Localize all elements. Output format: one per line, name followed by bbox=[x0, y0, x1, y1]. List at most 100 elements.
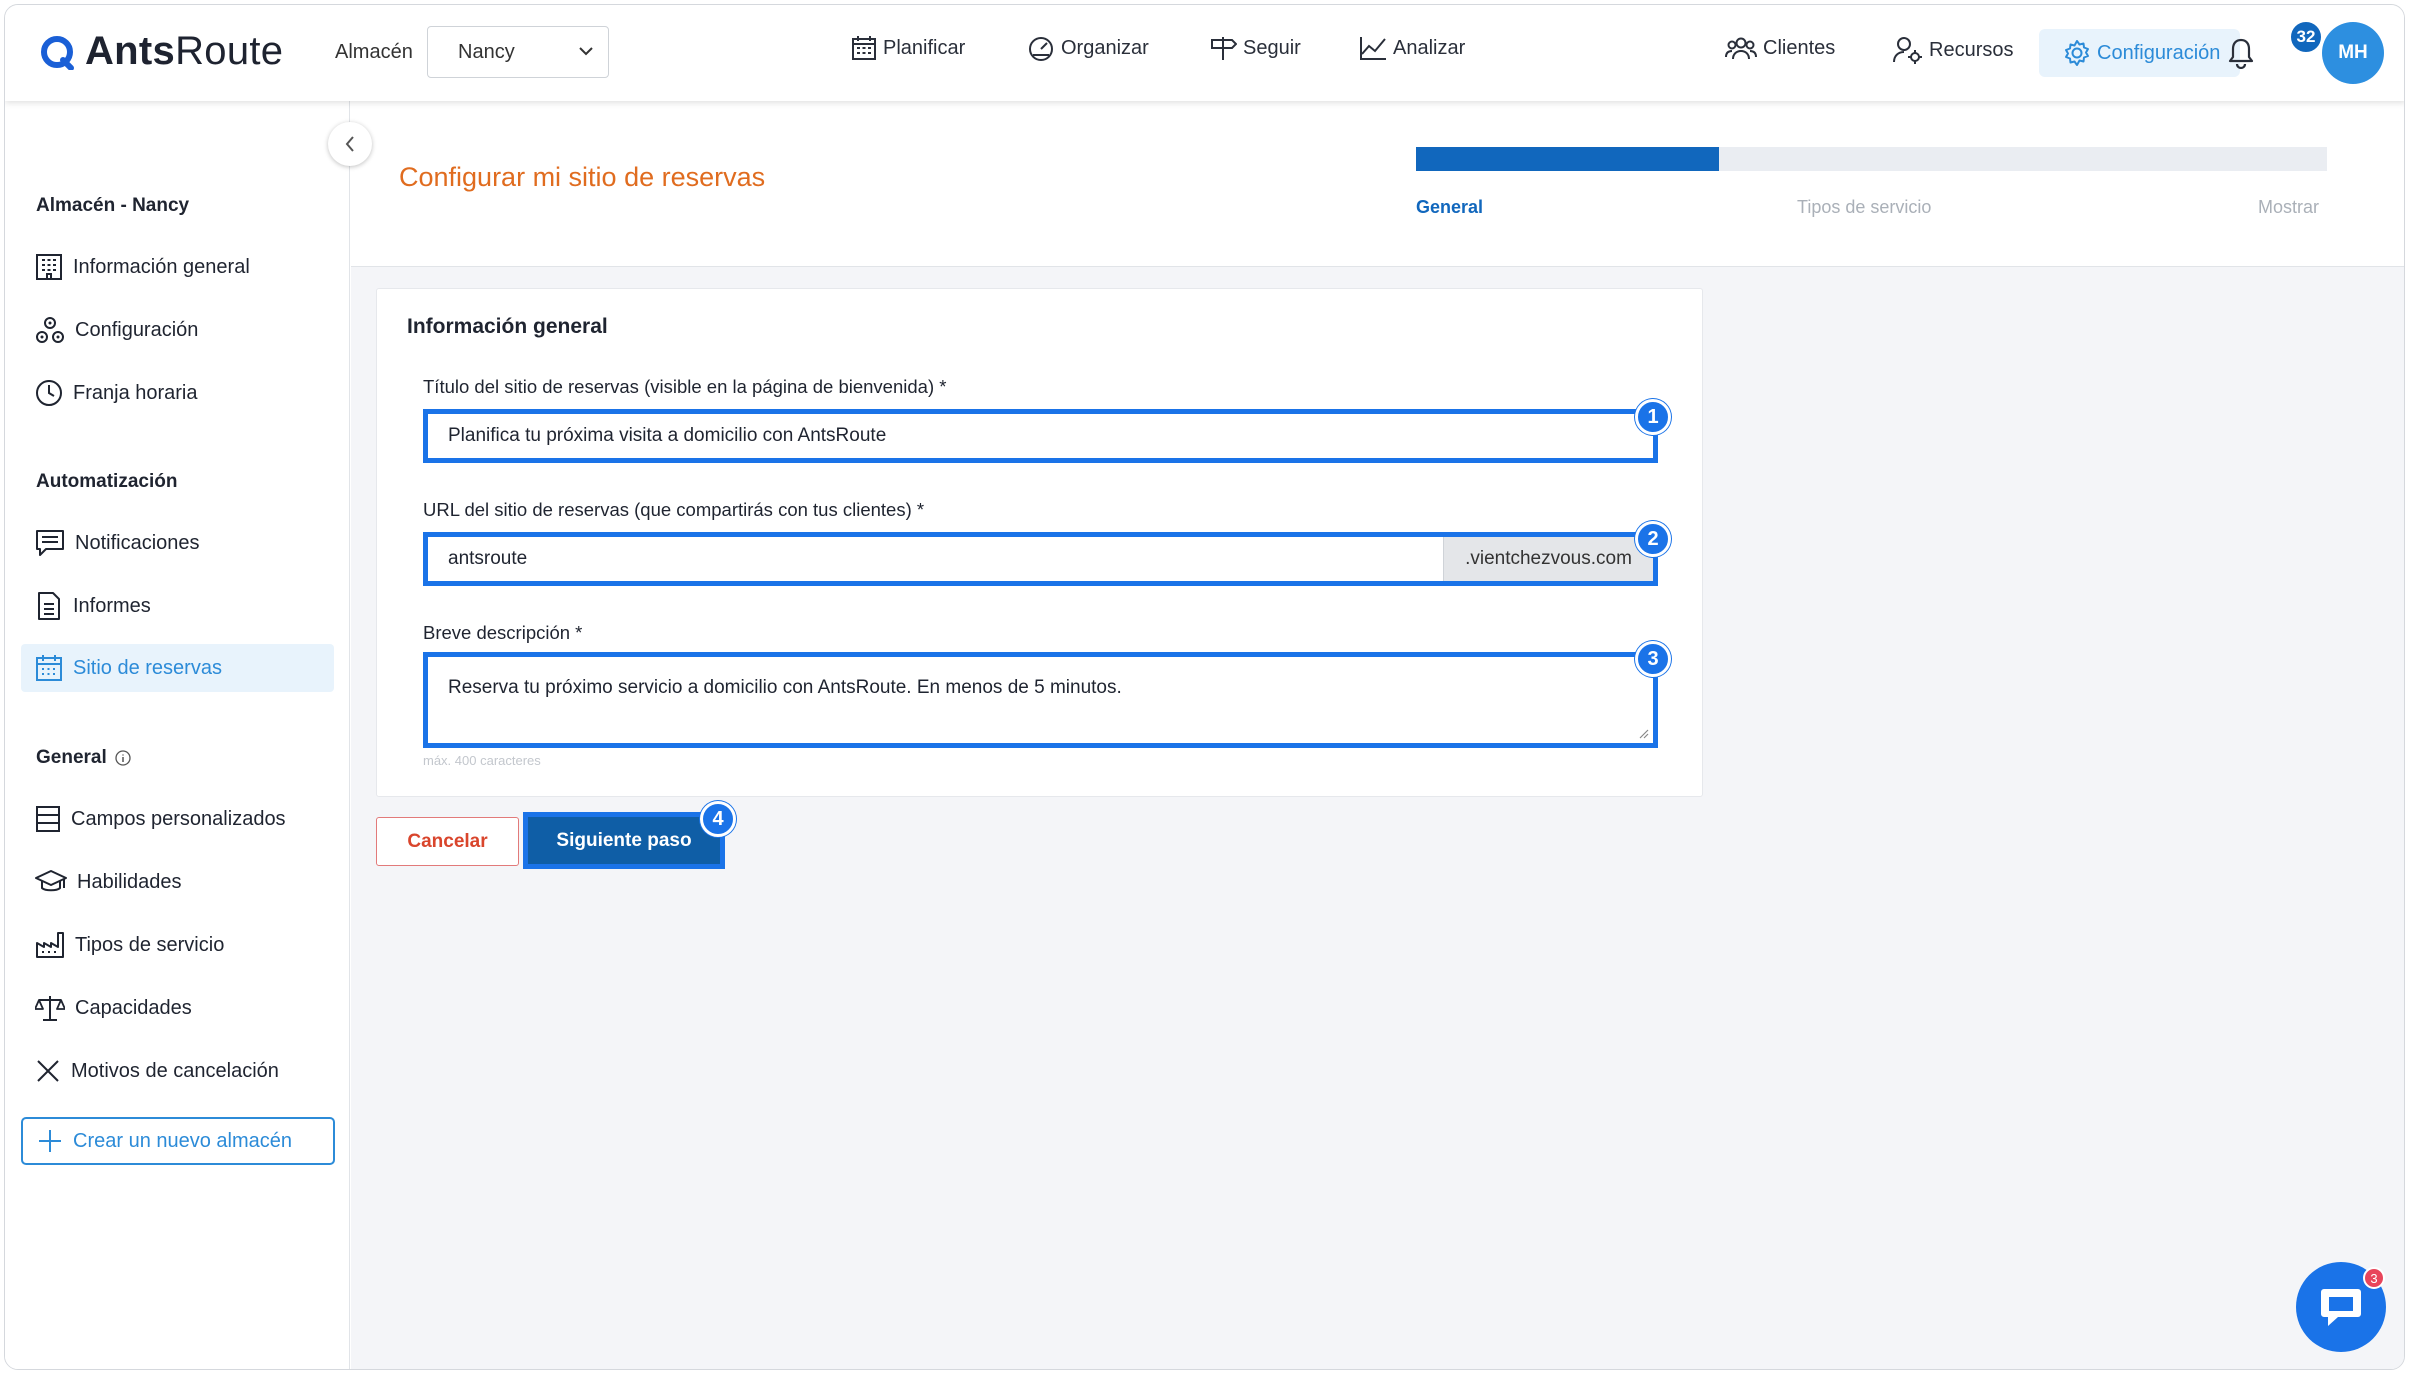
step-mostrar[interactable]: Mostrar bbox=[2258, 197, 2319, 218]
chevron-left-icon bbox=[345, 136, 354, 152]
people-icon bbox=[1725, 37, 1757, 60]
nav-label: Recursos bbox=[1929, 38, 2014, 61]
description-field-label: Breve descripción * bbox=[423, 622, 583, 643]
description-hint: máx. 400 caracteres bbox=[423, 753, 541, 768]
sidebar-item-label: Informes bbox=[73, 594, 151, 617]
sidebar-item-capacidades[interactable]: Capacidades bbox=[21, 984, 334, 1032]
warehouse-label: Almacén bbox=[335, 41, 413, 63]
notifications-badge: 32 bbox=[2289, 20, 2323, 54]
next-step-button[interactable]: Siguiente paso bbox=[523, 812, 725, 869]
nav-clientes[interactable]: Clientes bbox=[1725, 35, 1835, 61]
cancel-button[interactable]: Cancelar bbox=[376, 817, 519, 866]
factory-icon bbox=[36, 932, 64, 958]
sidebar-item-informes[interactable]: Informes bbox=[21, 582, 334, 630]
chat-bubble-icon bbox=[2321, 1289, 2361, 1326]
url-input[interactable]: antsroute .vientchezvous.com bbox=[423, 532, 1658, 586]
sidebar-item-tipos-de-servicio[interactable]: Tipos de servicio bbox=[21, 921, 334, 969]
sidebar-item-label: Información general bbox=[73, 255, 250, 278]
progress-bar-fill bbox=[1416, 147, 1720, 171]
title-input[interactable]: Planifica tu próxima visita a domicilio … bbox=[423, 409, 1658, 463]
nav-organizar[interactable]: Organizar bbox=[1027, 35, 1149, 61]
chart-icon bbox=[1360, 37, 1386, 60]
sidebar-item-label: Configuración bbox=[75, 318, 199, 341]
logo[interactable]: AntsRoute bbox=[39, 29, 283, 74]
gauge-icon bbox=[1029, 37, 1053, 61]
user-gear-icon bbox=[1893, 37, 1922, 64]
x-icon bbox=[37, 1060, 59, 1082]
step-general[interactable]: General bbox=[1416, 197, 1483, 218]
calendar-icon bbox=[852, 36, 876, 60]
nav-configuracion[interactable]: Configuración bbox=[2039, 29, 2241, 77]
sidebar-item-notificaciones[interactable]: Notificaciones bbox=[21, 519, 334, 567]
section-title-warehouse: Almacén - Nancy bbox=[36, 195, 190, 216]
sidebar-item-franja-horaria[interactable]: Franja horaria bbox=[21, 369, 334, 417]
clock-icon bbox=[36, 380, 62, 406]
nav-recursos[interactable]: Recursos bbox=[1893, 35, 2013, 65]
nav-label: Planificar bbox=[883, 36, 966, 59]
sidebar-item-configuracion[interactable]: Configuración bbox=[21, 306, 334, 354]
sidebar-item-habilidades[interactable]: Habilidades bbox=[21, 858, 334, 906]
description-textarea-value: Reserva tu próximo servicio a domicilio … bbox=[448, 677, 1122, 698]
section-title-general-text: General bbox=[36, 747, 107, 768]
url-field-label: URL del sitio de reservas (que compartir… bbox=[423, 499, 925, 520]
sidebar-item-label: Motivos de cancelación bbox=[71, 1059, 279, 1082]
collapse-sidebar-button[interactable] bbox=[328, 122, 372, 166]
chevron-down-icon bbox=[579, 47, 593, 56]
sidebar-item-label: Franja horaria bbox=[73, 381, 198, 404]
logo-icon bbox=[41, 35, 74, 70]
nav-label: Analizar bbox=[1393, 36, 1466, 59]
sidebar-item-label: Campos personalizados bbox=[71, 807, 286, 830]
top-bar: AntsRoute Almacén Nancy Planificar Organ… bbox=[5, 5, 2404, 101]
step-marker-2: 2 bbox=[1635, 521, 1671, 557]
chat-badge: 3 bbox=[2363, 1267, 2385, 1289]
nav-label: Configuración bbox=[2097, 41, 2221, 64]
page-title: Configurar mi sitio de reservas bbox=[399, 162, 766, 192]
url-suffix: .vientchezvous.com bbox=[1443, 537, 1653, 581]
create-warehouse-button[interactable]: Crear un nuevo almacén bbox=[21, 1117, 335, 1165]
app-window: AntsRoute Almacén Nancy Planificar Organ… bbox=[4, 4, 2405, 1370]
sidebar-item-label: Capacidades bbox=[75, 996, 192, 1019]
signpost-icon bbox=[1211, 37, 1237, 60]
url-input-value: antsroute bbox=[448, 548, 528, 569]
sidebar-item-campos-personalizados[interactable]: Campos personalizados bbox=[21, 795, 334, 843]
card-title: Información general bbox=[407, 315, 608, 338]
section-title-general: General bbox=[36, 747, 131, 769]
title-input-value: Planifica tu próxima visita a domicilio … bbox=[448, 425, 887, 446]
plus-icon bbox=[39, 1130, 61, 1152]
nav-seguir[interactable]: Seguir bbox=[1209, 35, 1301, 61]
nav-analizar[interactable]: Analizar bbox=[1359, 35, 1465, 61]
create-warehouse-label: Crear un nuevo almacén bbox=[73, 1129, 293, 1152]
message-icon bbox=[36, 530, 64, 556]
info-icon[interactable] bbox=[115, 750, 131, 766]
avatar[interactable]: MH bbox=[2322, 22, 2384, 84]
warehouse-select[interactable]: Nancy bbox=[427, 26, 609, 78]
sidebar-item-informacion-general[interactable]: Información general bbox=[21, 243, 334, 291]
step-marker-4: 4 bbox=[700, 801, 736, 837]
step-marker-3: 3 bbox=[1635, 641, 1671, 677]
description-textarea[interactable]: Reserva tu próximo servicio a domicilio … bbox=[423, 652, 1658, 748]
notifications-button[interactable] bbox=[2227, 37, 2255, 69]
nav-label: Seguir bbox=[1243, 36, 1301, 59]
calendar-grid-icon bbox=[36, 655, 62, 681]
nav-planificar[interactable]: Planificar bbox=[851, 35, 965, 61]
gear-icon bbox=[2065, 40, 2089, 66]
sidebar-item-label: Tipos de servicio bbox=[75, 933, 225, 956]
sidebar-item-label: Sitio de reservas bbox=[73, 656, 222, 679]
progress-bar bbox=[1416, 147, 2327, 171]
title-field-label: Título del sitio de reservas (visible en… bbox=[423, 376, 947, 397]
sidebar-item-sitio-de-reservas[interactable]: Sitio de reservas bbox=[21, 644, 334, 692]
step-tipos-de-servicio[interactable]: Tipos de servicio bbox=[1797, 197, 1931, 218]
sidebar-item-label: Notificaciones bbox=[75, 531, 200, 554]
warehouse-select-value: Nancy bbox=[458, 40, 515, 63]
resize-handle-icon[interactable] bbox=[1637, 727, 1649, 739]
logo-text: AntsRoute bbox=[85, 29, 284, 73]
graduation-cap-icon bbox=[35, 870, 67, 892]
sidebar: Almacén - Nancy Información general Conf… bbox=[5, 101, 350, 1369]
building-icon bbox=[36, 254, 62, 280]
sidebar-item-label: Habilidades bbox=[77, 870, 182, 893]
nav-label: Organizar bbox=[1061, 36, 1149, 59]
bell-icon bbox=[2228, 38, 2254, 69]
document-icon bbox=[38, 592, 60, 620]
sidebar-item-motivos-de-cancelacion[interactable]: Motivos de cancelación bbox=[21, 1047, 334, 1095]
scale-icon bbox=[35, 996, 65, 1021]
